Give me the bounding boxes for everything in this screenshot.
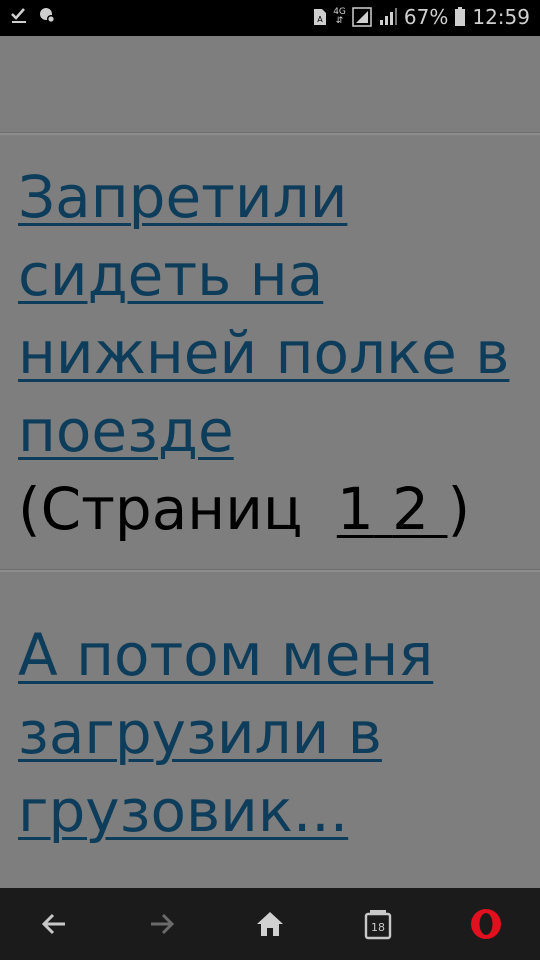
home-icon: [257, 912, 283, 936]
title-line: сидеть на: [18, 241, 324, 309]
browser-nav-bar: 18: [0, 888, 540, 960]
network-type-indicator: 4G ⇵: [333, 7, 346, 26]
title-line: поезде: [18, 397, 234, 465]
tabs-icon: 18: [364, 910, 392, 940]
forward-button[interactable]: [132, 894, 192, 954]
title-line: нижней полке в: [18, 319, 510, 387]
home-button[interactable]: [240, 894, 300, 954]
topic-list: ▄▄▄▄▄▄▄▄▄▄ Запретили сидеть на нижней по…: [0, 0, 540, 888]
status-bar: A 4G ⇵ 67% 12:59: [0, 0, 540, 36]
opera-menu-button[interactable]: [456, 894, 516, 954]
back-arrow-icon: [41, 913, 65, 935]
signal-sim2-icon: [378, 7, 398, 27]
sim-card-icon: A: [313, 8, 327, 26]
topic-title-link[interactable]: А потом меня загрузили в грузовик...: [0, 616, 540, 850]
title-line: Запретили: [18, 163, 348, 231]
tabs-button[interactable]: 18: [348, 894, 408, 954]
divider: [0, 569, 540, 572]
title-line: загрузили в: [18, 699, 382, 767]
page-link-1[interactable]: 1 2: [337, 475, 448, 543]
topic-item: А потом меня загрузили в грузовик...: [0, 616, 540, 850]
pages-prefix: (Страниц: [18, 475, 321, 543]
topic-item: Запретили сидеть на нижней полке в поезд…: [0, 158, 540, 548]
sync-settings-icon: [38, 6, 56, 24]
divider: [0, 132, 540, 135]
back-button[interactable]: [24, 894, 84, 954]
svg-text:A: A: [317, 15, 323, 24]
title-line: А потом меня: [18, 621, 434, 689]
topic-title-link[interactable]: Запретили сидеть на нижней полке в поезд…: [0, 158, 540, 470]
clock: 12:59: [472, 5, 530, 29]
forward-arrow-icon: [151, 913, 175, 935]
pages-line: (Страниц 1 2 ): [0, 470, 540, 548]
battery-percent: 67%: [403, 5, 449, 29]
download-done-icon: [10, 6, 28, 24]
opera-logo-icon: [471, 909, 501, 939]
screen: ▄▄▄▄▄▄▄▄▄▄ Запретили сидеть на нижней по…: [0, 0, 540, 960]
signal-sim1-icon: [352, 7, 372, 27]
title-line: грузовик...: [18, 777, 349, 845]
battery-icon: [454, 7, 466, 27]
pages-suffix: ): [447, 475, 471, 543]
tab-count: 18: [371, 921, 385, 934]
